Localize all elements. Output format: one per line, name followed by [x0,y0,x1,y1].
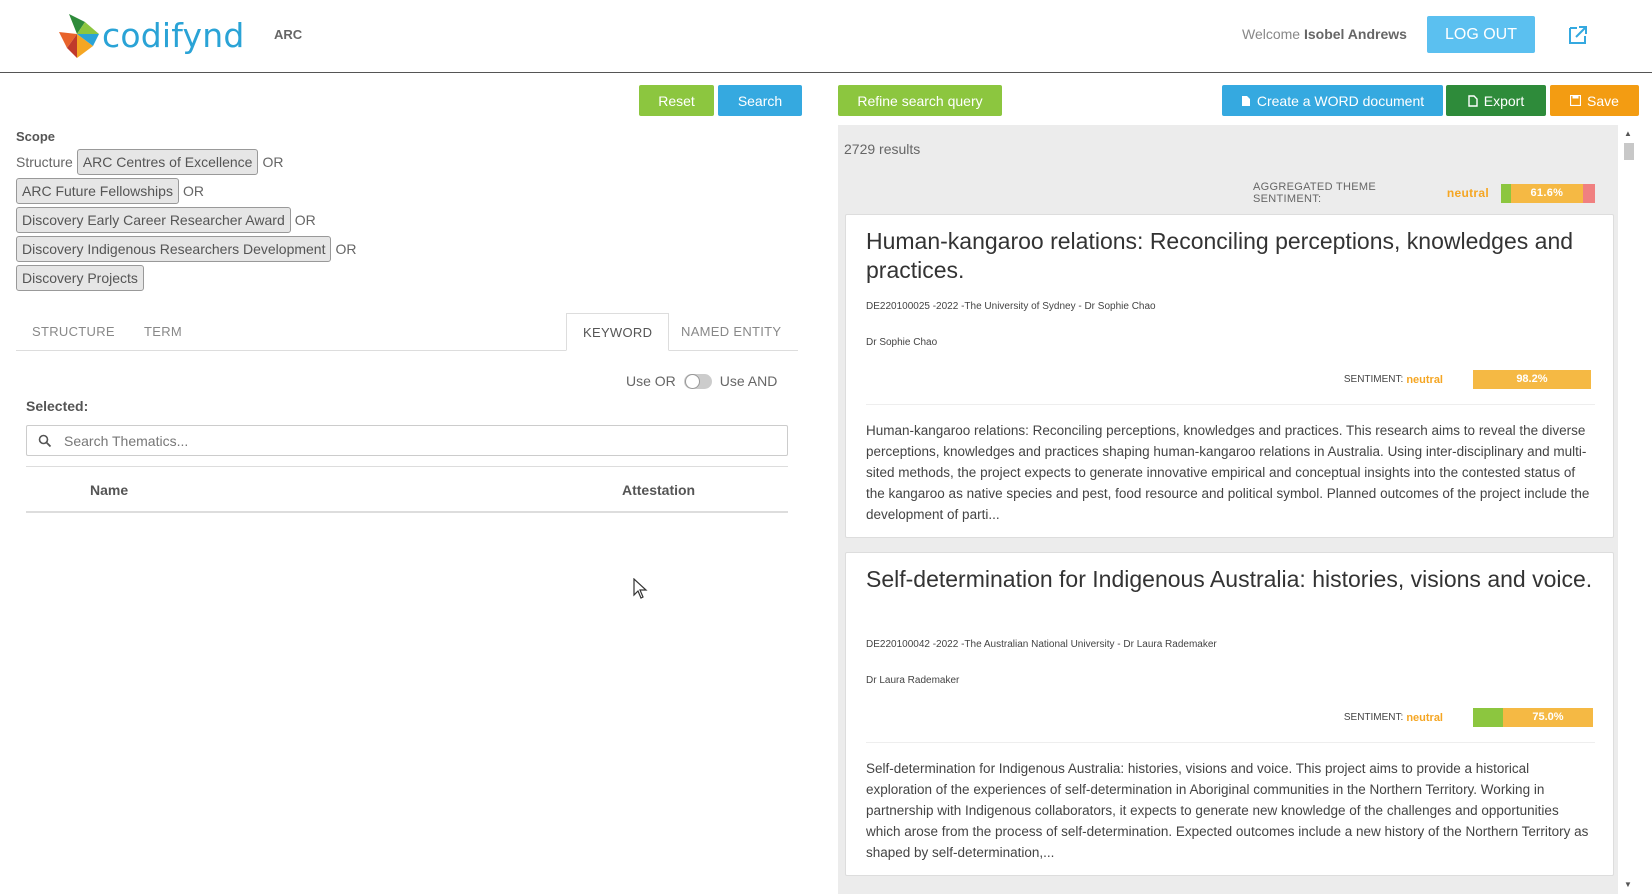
sentiment-label: SENTIMENT: [1343,712,1404,723]
result-title[interactable]: Human-kangaroo relations: Reconciling pe… [866,227,1596,285]
result-abstract: Human-kangaroo relations: Reconciling pe… [866,423,1590,522]
result-card[interactable]: Self-determination for Indigenous Austra… [845,552,1614,876]
filter-tabs: STRUCTURE TERM KEYWORD NAMED ENTITY [16,313,798,351]
neutral-segment: 61.6% [1510,183,1583,203]
refine-search-button[interactable]: Refine search query [838,85,1002,116]
column-name[interactable]: Name [90,482,128,498]
tab-structure[interactable]: STRUCTURE [32,313,115,351]
sentiment-value: neutral [1406,711,1443,724]
tab-term[interactable]: TERM [144,313,182,351]
card-divider [866,404,1595,405]
scope-row: Discovery Projects [16,265,148,291]
tab-named-entity[interactable]: NAMED ENTITY [681,313,781,351]
logo[interactable]: codifynd [55,10,244,60]
search-icon [38,434,52,447]
search-button[interactable]: Search [718,85,802,116]
scope-row: ARC Future Fellowships OR [16,178,204,204]
table-header: Name Attestation [26,466,788,513]
neutral-segment: 75.0% [1503,708,1593,727]
export-file-icon [1468,94,1478,107]
use-and-label: Use AND [719,373,778,389]
or-label: OR [182,183,204,199]
codifynd-logo-icon [59,14,99,58]
positive-segment [1473,708,1503,727]
logo-text: codifynd [102,15,245,55]
result-title[interactable]: Self-determination for Indigenous Austra… [866,565,1596,594]
card-divider [866,742,1595,743]
thematics-search [26,425,788,456]
result-sentiment: SENTIMENT: neutral 98.2% [1344,370,1593,389]
scope-title: Scope [16,129,56,144]
scroll-thumb[interactable] [1624,143,1634,160]
logic-toggle-row: Use OR Use AND [626,373,777,389]
or-and-toggle[interactable] [683,373,712,389]
scroll-down-icon[interactable]: ▼ [1624,880,1632,889]
scroll-up-icon[interactable]: ▲ [1624,129,1632,138]
or-label: OR [262,154,284,170]
save-label: Save [1587,92,1619,109]
toggle-knob [684,373,700,389]
results-count: 2729 results [844,141,921,157]
app-code: ARC [274,27,303,42]
sentiment-bar: 98.2% [1473,370,1593,389]
scope-chip[interactable]: ARC Centres of Excellence [76,149,259,175]
scope-row: Discovery Early Career Researcher Award … [16,207,316,233]
or-label: OR [335,241,357,257]
scope-chip[interactable]: Discovery Indigenous Researchers Develop… [16,236,332,262]
negative-segment [1582,183,1595,203]
result-sentiment: SENTIMENT: neutral 75.0% [1344,708,1593,727]
welcome-prefix: Welcome [1242,26,1301,42]
aggregated-sentiment-value: neutral [1446,186,1489,200]
top-bar: codifynd ARC Welcome Isobel Andrews LOG … [0,0,1652,73]
results-scrollbar[interactable]: ▲ ▼ [1620,125,1636,894]
create-word-label: Create a WORD document [1256,92,1425,109]
external-link-icon[interactable] [1566,23,1590,47]
mouse-cursor-icon [633,578,648,599]
tab-keyword[interactable]: KEYWORD [566,313,670,351]
welcome-text: Welcome Isobel Andrews [1242,26,1407,42]
export-label: Export [1483,92,1525,109]
use-or-label: Use OR [626,373,676,389]
neutral-segment: 98.2% [1473,370,1591,389]
result-meta: DE220100042 -2022 -The Australian Nation… [866,639,1217,650]
scope-chip[interactable]: Discovery Projects [16,265,144,291]
user-name: Isobel Andrews [1303,26,1407,42]
sentiment-bar: 75.0% [1473,708,1593,727]
sentiment-label: SENTIMENT: [1343,374,1404,385]
save-button[interactable]: Save [1550,85,1639,116]
result-meta: DE220100025 -2022 -The University of Syd… [866,301,1156,312]
document-icon [1241,95,1250,106]
result-abstract: Self-determination for Indigenous Austra… [866,761,1589,860]
logout-button[interactable]: LOG OUT [1427,16,1535,53]
structure-label: Structure [16,154,73,170]
floppy-disk-icon [1570,95,1582,106]
selected-label: Selected: [26,398,89,414]
reset-button[interactable]: Reset [639,85,714,116]
result-person: Dr Laura Rademaker [866,675,960,686]
export-button[interactable]: Export [1446,85,1546,116]
search-thematics-input[interactable] [64,432,744,449]
or-label: OR [294,212,316,228]
column-attestation[interactable]: Attestation [622,482,695,498]
results-panel: 2729 results AGGREGATED THEME SENTIMENT:… [838,125,1618,894]
aggregated-sentiment: AGGREGATED THEME SENTIMENT: neutral 61.6… [1253,181,1618,205]
create-word-button[interactable]: Create a WORD document [1222,85,1443,116]
scope-chip[interactable]: ARC Future Fellowships [16,178,179,204]
positive-segment [1500,183,1511,203]
scope-row: Discovery Indigenous Researchers Develop… [16,236,356,262]
sentiment-value: neutral [1406,373,1443,386]
scope-row: Structure ARC Centres of Excellence OR [16,149,283,175]
result-person: Dr Sophie Chao [866,337,938,348]
result-card[interactable]: Human-kangaroo relations: Reconciling pe… [845,214,1614,538]
scope-chip[interactable]: Discovery Early Career Researcher Award [16,207,291,233]
aggregated-sentiment-bar: 61.6% [1500,183,1618,203]
aggregated-sentiment-label: AGGREGATED THEME SENTIMENT: [1253,181,1376,205]
